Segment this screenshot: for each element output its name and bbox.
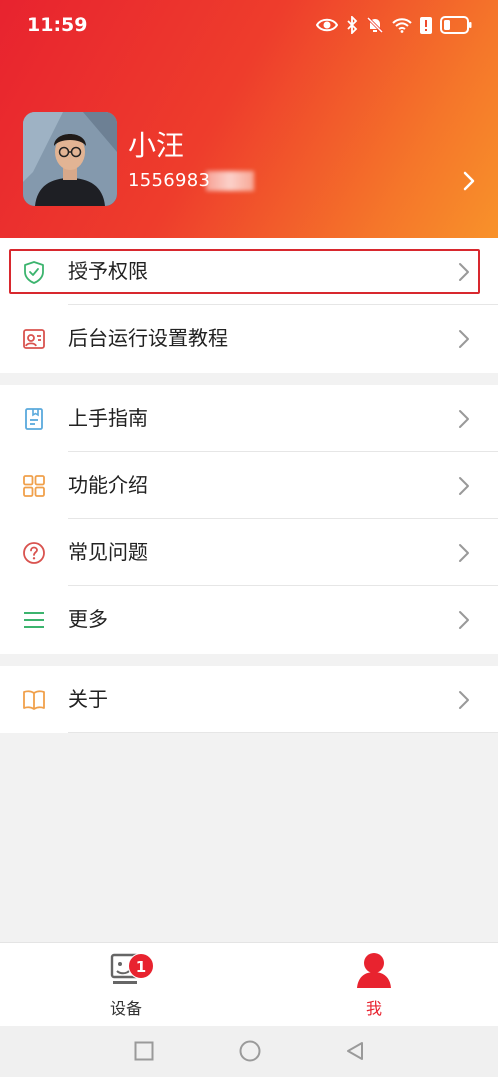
avatar-photo (23, 112, 117, 206)
status-icons (316, 14, 472, 36)
book-icon (23, 690, 45, 710)
eye-icon (316, 18, 338, 32)
tab-me[interactable]: 我 (314, 943, 434, 1027)
bluetooth-icon (347, 16, 358, 34)
menu-lines-icon (24, 612, 44, 628)
divider (68, 732, 498, 733)
menu-item-features[interactable]: 功能介绍 (0, 452, 498, 519)
menu-item-faq[interactable]: 常见问题 (0, 519, 498, 586)
menu-group-1: 授予权限 后台运行设置教程 (0, 238, 498, 373)
tab-me-label: 我 (365, 999, 382, 1018)
notification-badge: 1 (128, 953, 154, 979)
menu-item-label: 常见问题 (68, 540, 148, 564)
phone-mask (206, 171, 255, 191)
menu-item-about[interactable]: 关于 (0, 666, 498, 733)
tab-devices-label: 设备 (109, 999, 142, 1018)
menu-group-2: 上手指南 功能介绍 常见问题 更多 (0, 385, 498, 654)
home-icon[interactable] (239, 1040, 261, 1062)
profile-chevron-icon[interactable] (462, 170, 476, 192)
question-icon (23, 542, 45, 564)
chevron-right-icon (459, 477, 469, 495)
user-phone: 1556983 (128, 170, 255, 191)
profile-card-icon (23, 329, 45, 349)
mute-icon (366, 16, 384, 34)
chevron-right-icon (459, 330, 469, 348)
recents-icon[interactable] (134, 1041, 154, 1061)
menu-item-getting-started[interactable]: 上手指南 (0, 385, 498, 452)
menu-item-more[interactable]: 更多 (0, 586, 498, 653)
alert-icon (420, 16, 432, 34)
chevron-right-icon (459, 410, 469, 428)
highlight-box (9, 249, 480, 294)
avatar[interactable] (23, 112, 117, 206)
menu-group-3: 关于 (0, 666, 498, 733)
system-nav-bar (0, 1026, 498, 1077)
menu-item-label: 更多 (68, 607, 108, 631)
person-icon (357, 953, 391, 988)
menu-item-label: 关于 (68, 687, 108, 711)
user-name: 小汪 (128, 129, 185, 162)
chevron-right-icon (459, 544, 469, 562)
tab-devices[interactable]: 设备 (66, 943, 186, 1027)
status-time: 11:59 (27, 14, 88, 36)
chevron-right-icon (459, 611, 469, 629)
user-phone-text: 1556983 (128, 170, 211, 191)
battery-icon (440, 16, 472, 34)
profile-header: 11:59 小汪 1556983 (0, 0, 498, 238)
menu-item-label: 上手指南 (68, 406, 148, 430)
grid-icon (23, 475, 45, 497)
chevron-right-icon (459, 691, 469, 709)
wifi-icon (392, 18, 412, 33)
menu-item-grant-permission[interactable]: 授予权限 (0, 238, 498, 305)
menu-item-label: 功能介绍 (68, 473, 148, 497)
menu-item-background-run-tutorial[interactable]: 后台运行设置教程 (0, 305, 498, 372)
back-icon[interactable] (345, 1041, 365, 1061)
bottom-tab-bar: 设备 我 (0, 942, 498, 1026)
status-bar: 11:59 (0, 0, 498, 52)
menu-item-label: 后台运行设置教程 (68, 326, 228, 350)
bookmark-doc-icon (25, 408, 43, 430)
